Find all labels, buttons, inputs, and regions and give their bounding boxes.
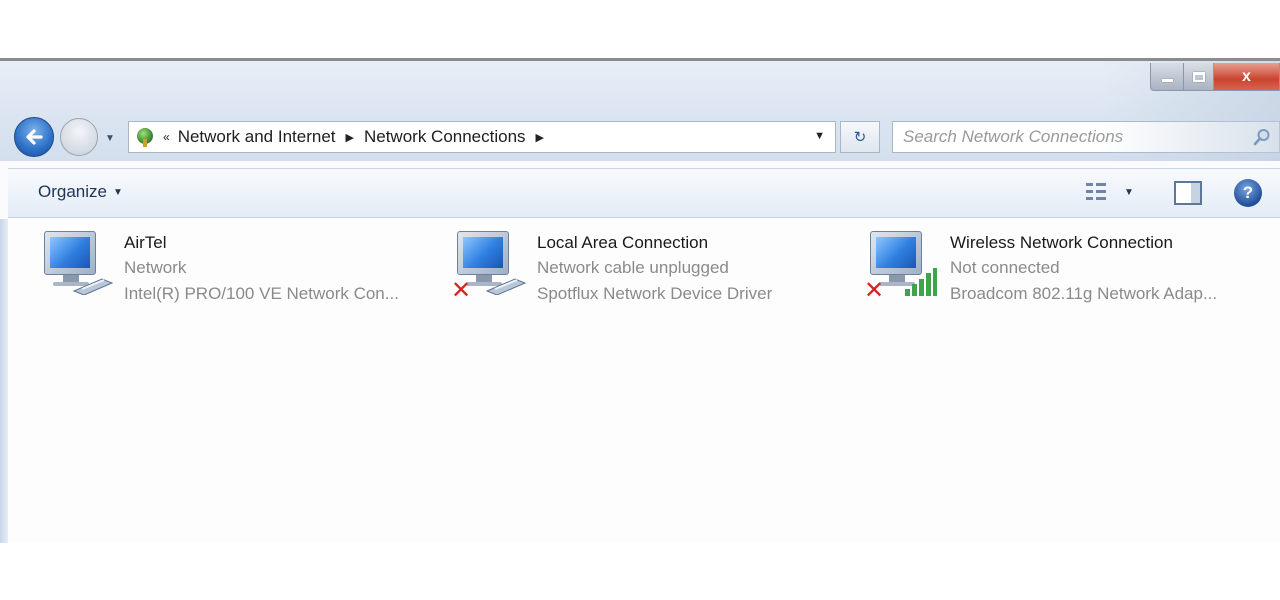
address-history-dropdown[interactable]: ▼ xyxy=(814,130,825,142)
close-button[interactable]: x xyxy=(1214,63,1280,91)
address-bar[interactable]: « Network and Internet ▶ Network Connect… xyxy=(128,121,836,153)
change-view-button[interactable]: ▼ xyxy=(1086,181,1134,203)
refresh-button[interactable]: ↻ xyxy=(840,121,880,153)
command-bar: Organize ▼ ▼ ? xyxy=(8,168,1280,218)
connection-item-wireless-network-connection[interactable]: ✕ Wireless Network Connection Not connec… xyxy=(864,231,1264,311)
forward-button[interactable] xyxy=(60,118,98,156)
wifi-signal-icon xyxy=(905,268,937,296)
organize-button[interactable]: Organize ▼ xyxy=(38,182,123,202)
connections-list: AirTel Network Intel(R) PRO/100 VE Netwo… xyxy=(8,219,1280,543)
search-input[interactable] xyxy=(903,127,1243,147)
connection-name: Wireless Network Connection xyxy=(950,233,1173,252)
minimize-icon xyxy=(1161,79,1173,82)
maximize-icon xyxy=(1192,71,1205,82)
maximize-button[interactable] xyxy=(1184,63,1214,91)
preview-pane-button[interactable] xyxy=(1174,181,1202,205)
network-adapter-icon xyxy=(38,231,118,311)
caption-buttons: x xyxy=(1150,63,1280,93)
red-x-icon: ✕ xyxy=(864,277,885,304)
breadcrumb-network-and-internet[interactable]: Network and Internet xyxy=(178,127,336,147)
back-button[interactable] xyxy=(14,117,54,157)
breadcrumb-overflow-icon[interactable]: « xyxy=(163,130,170,144)
ethernet-cable-icon xyxy=(485,278,527,295)
refresh-icon: ↻ xyxy=(853,129,867,146)
connection-status: Not connected xyxy=(950,258,1060,277)
connection-name: AirTel xyxy=(124,233,167,252)
connection-device: Broadcom 802.11g Network Adap... xyxy=(950,284,1218,303)
views-icon xyxy=(1086,181,1108,203)
help-icon: ? xyxy=(1242,183,1254,202)
network-adapter-icon: ✕ xyxy=(864,231,944,311)
network-folder-icon xyxy=(135,127,155,147)
connection-status: Network cable unplugged xyxy=(537,258,729,277)
connection-status: Network xyxy=(124,258,187,277)
back-arrow-icon xyxy=(26,129,43,145)
breadcrumb-separator-icon[interactable]: ▶ xyxy=(346,131,354,144)
chevron-down-icon: ▼ xyxy=(112,186,123,198)
connection-item-local-area-connection[interactable]: ✕ Local Area Connection Network cable un… xyxy=(451,231,851,311)
connection-device: Spotflux Network Device Driver xyxy=(537,284,773,303)
connection-item-airtel[interactable]: AirTel Network Intel(R) PRO/100 VE Netwo… xyxy=(38,231,438,311)
breadcrumb-separator-icon[interactable]: ▶ xyxy=(536,131,544,144)
recent-pages-dropdown[interactable]: ▼ xyxy=(105,133,115,144)
organize-label: Organize xyxy=(38,182,107,201)
help-button[interactable]: ? xyxy=(1234,179,1262,207)
search-icon[interactable] xyxy=(1253,128,1271,146)
ethernet-cable-icon xyxy=(72,278,114,295)
red-x-icon: ✕ xyxy=(451,277,472,304)
connection-name: Local Area Connection xyxy=(537,233,709,252)
close-icon: x xyxy=(1242,67,1251,85)
chevron-down-icon[interactable]: ▼ xyxy=(1124,187,1134,198)
connection-device: Intel(R) PRO/100 VE Network Con... xyxy=(124,284,399,303)
network-adapter-icon: ✕ xyxy=(451,231,531,311)
breadcrumb-network-connections[interactable]: Network Connections xyxy=(364,127,526,147)
explorer-window: x ▼ « Network and Internet ▶ Network Con… xyxy=(0,58,1280,543)
minimize-button[interactable] xyxy=(1150,63,1184,91)
navigation-pane-edge xyxy=(0,219,8,543)
title-bar: x ▼ « Network and Internet ▶ Network Con… xyxy=(0,61,1280,161)
search-box[interactable] xyxy=(892,121,1280,153)
